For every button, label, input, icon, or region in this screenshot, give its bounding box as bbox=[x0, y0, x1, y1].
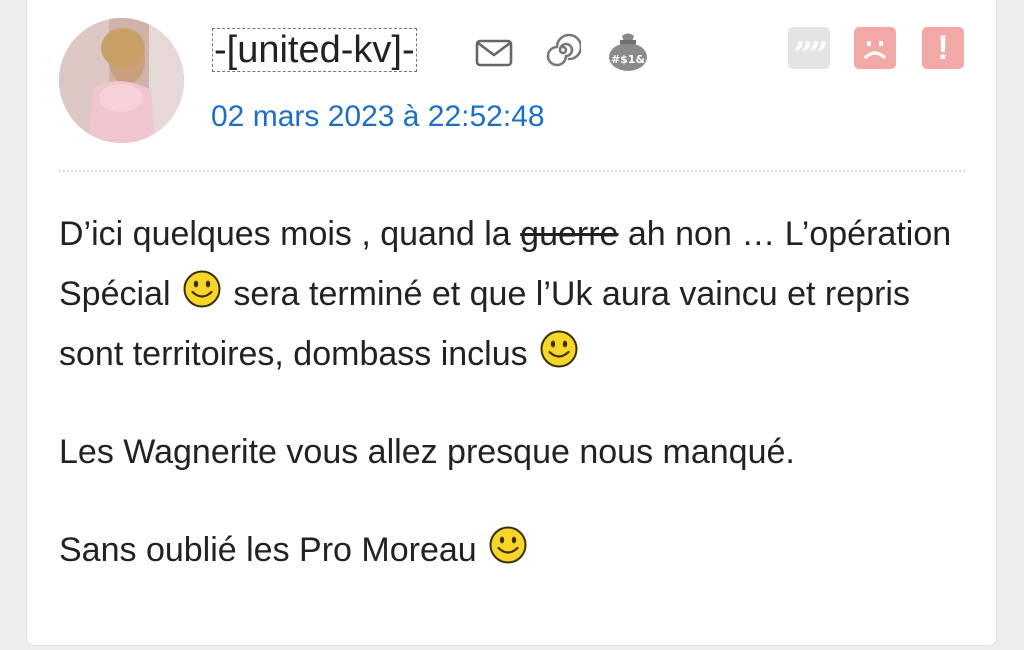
alert-icon: ! bbox=[937, 29, 949, 67]
text-segment: Sans oublié les Pro Moreau bbox=[59, 531, 487, 569]
report-button[interactable]: ! bbox=[922, 27, 964, 69]
message-paragraph: Sans oublié les Pro Moreau bbox=[59, 520, 965, 580]
post-date[interactable]: 02 mars 2023 à 22:52:48 bbox=[211, 98, 545, 136]
spiral-icon[interactable] bbox=[545, 32, 581, 68]
avatar[interactable] bbox=[59, 18, 184, 143]
text-segment: D’ici quelques mois , quand la bbox=[59, 215, 521, 253]
badge-text: #$1& bbox=[611, 53, 646, 66]
message-paragraph: Les Wagnerite vous allez presque nous ma… bbox=[59, 433, 795, 471]
sad-face-icon bbox=[864, 41, 886, 59]
message-body: D’ici quelques mois , quand la guerre ah… bbox=[59, 204, 965, 580]
money-bag-icon[interactable]: #$1& bbox=[606, 30, 650, 72]
smiley-icon bbox=[540, 330, 578, 368]
blacklist-button[interactable] bbox=[854, 27, 896, 69]
strikethrough-text: guerre bbox=[520, 215, 619, 253]
quote-button[interactable]: ”” bbox=[788, 27, 830, 75]
smiley-icon bbox=[489, 526, 527, 564]
smiley-icon bbox=[183, 270, 221, 308]
quote-icon: ”” bbox=[793, 35, 828, 75]
header-separator bbox=[59, 170, 965, 172]
author-name[interactable]: -[united-kv]- bbox=[212, 26, 417, 74]
mail-icon[interactable] bbox=[475, 38, 513, 68]
message-paragraph: D’ici quelques mois , quand la guerre ah… bbox=[59, 204, 965, 384]
